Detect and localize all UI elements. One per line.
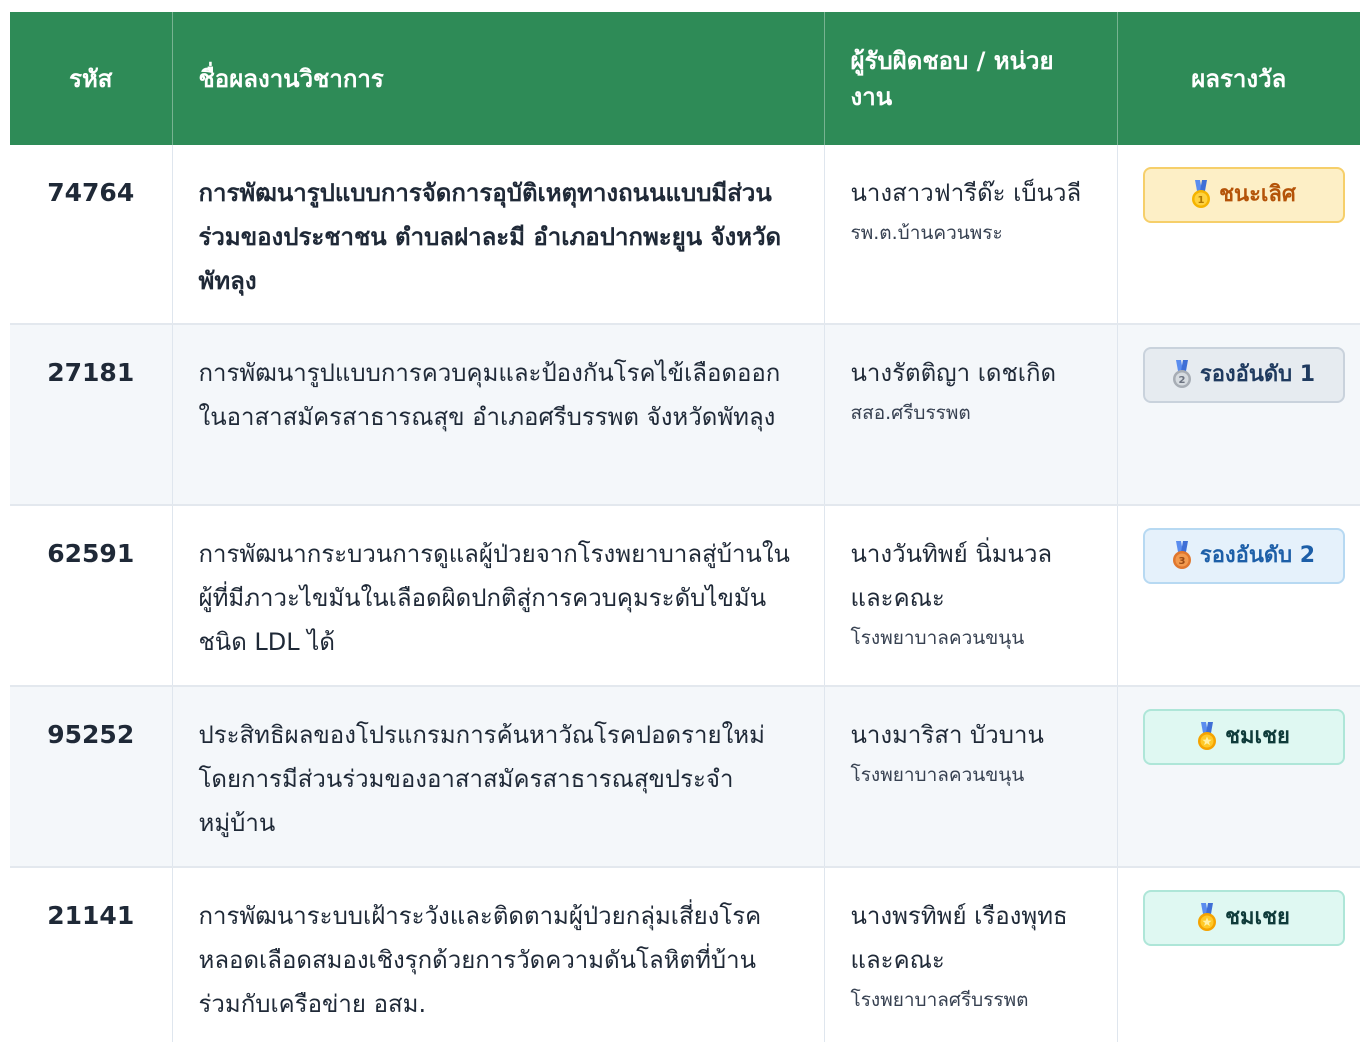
svg-text:3: 3 — [1178, 556, 1185, 567]
cell-award: 1 ชนะเลิศ — [1117, 145, 1360, 325]
cell-title: ประสิทธิผลของโปรแกรมการค้นหาวัณโรคปอดราย… — [172, 686, 825, 868]
cell-code: 74764 — [10, 145, 173, 325]
header-title: ชื่อผลงานวิชาการ — [172, 12, 825, 145]
table-row: 21141 การพัฒนาระบบเฝ้าระวังและติดตามผู้ป… — [10, 867, 1360, 1042]
bronze-medal-icon: 3 — [1172, 541, 1192, 571]
table-row: 95252 ประสิทธิผลของโปรแกรมการค้นหาวัณโรค… — [10, 686, 1360, 868]
table-row: 62591 การพัฒนากระบวนการดูแลผู้ป่วยจากโรง… — [10, 505, 1360, 687]
award-label: ชมเชย — [1225, 724, 1290, 749]
award-badge: 1 ชนะเลิศ — [1142, 167, 1345, 223]
cell-title: การพัฒนากระบวนการดูแลผู้ป่วยจากโรงพยาบาล… — [172, 505, 825, 687]
cell-owner: นางมาริสา บัวบาน โรงพยาบาลควนขนุน — [824, 686, 1118, 868]
header-owner: ผู้รับผิดชอบ / หน่วยงาน — [824, 12, 1118, 145]
table-row: 27181 การพัฒนารูปแบบการควบคุมและป้องกันโ… — [10, 324, 1360, 506]
award-label: รองอันดับ 2 — [1199, 543, 1316, 568]
cell-code: 21141 — [10, 867, 173, 1042]
silver-medal-icon: 2 — [1172, 360, 1192, 390]
cell-owner: นางสาวฟารีด๊ะ เบ็นวลี รพ.ต.บ้านควนพระ — [824, 145, 1118, 325]
award-badge: 2 รองอันดับ 1 — [1142, 347, 1345, 403]
honor-medal-icon — [1197, 903, 1217, 933]
cell-owner: นางพรทิพย์ เรืองพุทธ และคณะ โรงพยาบาลศรี… — [824, 867, 1118, 1042]
cell-code: 95252 — [10, 686, 173, 868]
owner-name: นางรัตติญา เดชเกิด — [850, 359, 1057, 387]
awards-table-container: รหัส ชื่อผลงานวิชาการ ผู้รับผิดชอบ / หน่… — [10, 12, 1360, 1042]
cell-title: การพัฒนารูปแบบการจัดการอุบัติเหตุทางถนนแ… — [172, 145, 825, 325]
owner-unit: โรงพยาบาลศรีบรรพต — [850, 989, 1029, 1011]
owner-unit: รพ.ต.บ้านควนพระ — [850, 222, 1003, 244]
cell-award: ชมเชย — [1117, 867, 1360, 1042]
owner-name: นางมาริสา บัวบาน — [850, 721, 1044, 749]
awards-table: รหัส ชื่อผลงานวิชาการ ผู้รับผิดชอบ / หน่… — [10, 12, 1360, 1042]
table-body: 74764 การพัฒนารูปแบบการจัดการอุบัติเหตุท… — [10, 145, 1360, 1042]
cell-award: 3 รองอันดับ 2 — [1117, 505, 1360, 687]
owner-name: นางสาวฟารีด๊ะ เบ็นวลี — [850, 179, 1082, 207]
award-badge: ชมเชย — [1142, 709, 1345, 765]
owner-name: นางวันทิพย์ นิ่มนวล และคณะ — [850, 540, 1053, 612]
award-label: รองอันดับ 1 — [1199, 362, 1316, 387]
cell-title: การพัฒนารูปแบบการควบคุมและป้องกันโรคไข้เ… — [172, 324, 825, 506]
cell-code: 27181 — [10, 324, 173, 506]
svg-text:1: 1 — [1198, 195, 1205, 206]
honor-medal-icon — [1197, 722, 1217, 752]
cell-title: การพัฒนาระบบเฝ้าระวังและติดตามผู้ป่วยกลุ… — [172, 867, 825, 1042]
header-award: ผลรางวัล — [1191, 64, 1287, 93]
table-header: รหัส ชื่อผลงานวิชาการ ผู้รับผิดชอบ / หน่… — [10, 12, 1360, 145]
owner-name: นางพรทิพย์ เรืองพุทธ และคณะ — [850, 902, 1068, 974]
award-label: ชนะเลิศ — [1219, 182, 1296, 207]
cell-owner: นางวันทิพย์ นิ่มนวล และคณะ โรงพยาบาลควนข… — [824, 505, 1118, 687]
award-label: ชมเชย — [1225, 905, 1290, 930]
owner-unit: สสอ.ศรีบรรพต — [850, 402, 971, 424]
cell-owner: นางรัตติญา เดชเกิด สสอ.ศรีบรรพต — [824, 324, 1118, 506]
cell-code: 62591 — [10, 505, 173, 687]
gold-medal-icon: 1 — [1191, 180, 1211, 210]
header-code: รหัส — [10, 12, 173, 145]
cell-award: 2 รองอันดับ 1 — [1117, 324, 1360, 506]
award-badge: ชมเชย — [1142, 890, 1345, 946]
award-badge: 3 รองอันดับ 2 — [1142, 528, 1345, 584]
owner-unit: โรงพยาบาลควนขนุน — [850, 764, 1025, 786]
table-row: 74764 การพัฒนารูปแบบการจัดการอุบัติเหตุท… — [10, 145, 1360, 325]
cell-award: ชมเชย — [1117, 686, 1360, 868]
owner-unit: โรงพยาบาลควนขนุน — [850, 627, 1025, 649]
svg-text:2: 2 — [1178, 375, 1185, 386]
header-row: รหัส ชื่อผลงานวิชาการ ผู้รับผิดชอบ / หน่… — [10, 12, 1360, 145]
